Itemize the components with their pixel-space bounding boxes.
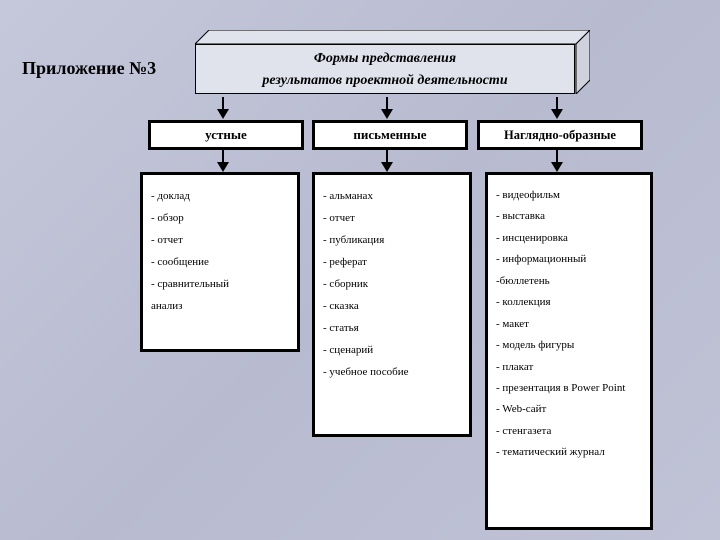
arrow-down-icon	[380, 97, 394, 119]
banner-line1: Формы представления	[196, 48, 574, 70]
list-item: обзор	[151, 207, 289, 229]
list-item: статья	[323, 317, 461, 339]
arrow-down-icon	[216, 150, 230, 172]
list-item: модель фигуры	[496, 335, 642, 356]
list-item: публикация	[323, 229, 461, 251]
slide: Приложение №3 Формы представления резуль…	[0, 0, 720, 540]
list-item: сказка	[323, 295, 461, 317]
list-item: отчет	[151, 229, 289, 251]
arrow-down-icon	[216, 97, 230, 119]
list-item: сценарий	[323, 339, 461, 361]
list-item: презентация в Power Point	[496, 378, 642, 399]
list-item: макет	[496, 314, 642, 335]
list-item: плакат	[496, 357, 642, 378]
list-item: альманах	[323, 185, 461, 207]
list-item: учебное пособие	[323, 361, 461, 383]
list-item: доклад	[151, 185, 289, 207]
list-item: стенгазета	[496, 421, 642, 442]
banner-3d-box: Формы представления результатов проектно…	[195, 30, 590, 94]
list-item: анализ	[151, 295, 289, 317]
list-oral: доклад обзор отчет сообщение сравнительн…	[140, 172, 300, 352]
category-visual: Наглядно-образные	[477, 120, 643, 150]
list-item: информационный	[496, 249, 642, 270]
list-item: сборник	[323, 273, 461, 295]
category-oral: устные	[148, 120, 304, 150]
list-written: альманах отчет публикация реферат сборни…	[312, 172, 472, 437]
list-item: сравнительный	[151, 273, 289, 295]
list-item: сообщение	[151, 251, 289, 273]
arrow-down-icon	[550, 97, 564, 119]
arrow-down-icon	[550, 150, 564, 172]
list-item: -бюллетень	[496, 271, 642, 292]
list-item: коллекция	[496, 292, 642, 313]
list-item: реферат	[323, 251, 461, 273]
banner-front: Формы представления результатов проектно…	[195, 44, 575, 94]
banner-line2: результатов проектной деятельности	[196, 70, 574, 92]
list-item: отчет	[323, 207, 461, 229]
page-title: Приложение №3	[22, 58, 156, 79]
list-item: инсценировка	[496, 228, 642, 249]
list-item: Web-сайт	[496, 399, 642, 420]
list-item: тематический журнал	[496, 442, 642, 463]
list-visual: видеофильм выставка инсценировка информа…	[485, 172, 653, 530]
list-item: выставка	[496, 206, 642, 227]
category-written: письменные	[312, 120, 468, 150]
arrow-down-icon	[380, 150, 394, 172]
list-item: видеофильм	[496, 185, 642, 206]
